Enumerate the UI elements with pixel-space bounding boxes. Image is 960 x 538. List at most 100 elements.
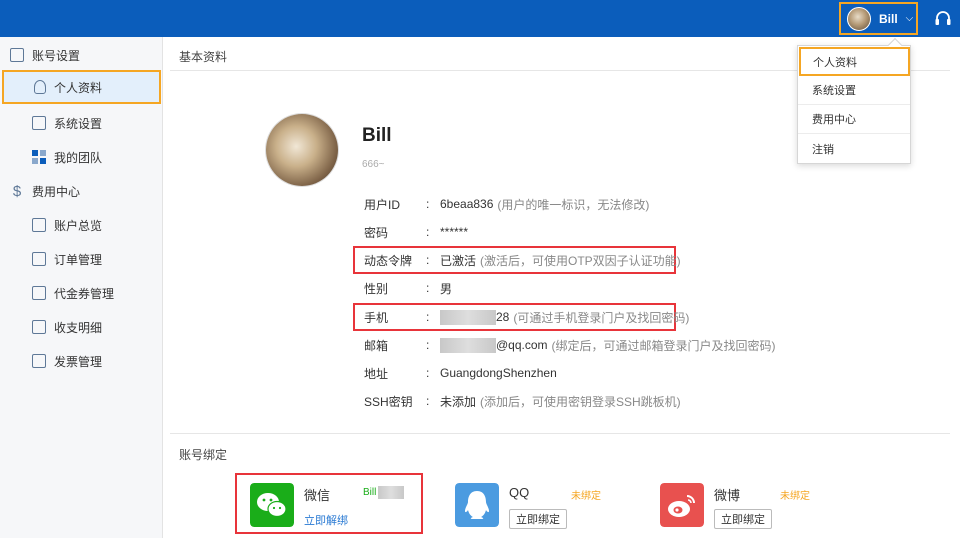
- field-hint: (用户的唯一标识，无法修改): [497, 197, 650, 212]
- voucher-icon: [32, 286, 46, 300]
- field-value: 未添加: [440, 394, 477, 409]
- field-label: 性别: [364, 281, 389, 296]
- menu-item-system-settings[interactable]: 系统设置: [798, 76, 910, 105]
- sidebar-item-profile[interactable]: 个人资料: [2, 70, 161, 104]
- binding-name: 微博: [714, 488, 741, 503]
- section-title-basic-info: 基本资料: [179, 50, 228, 64]
- field-label: 动态令牌: [364, 253, 413, 268]
- field-value: 已激活: [440, 253, 477, 268]
- binding-status: 未绑定: [780, 491, 810, 502]
- sidebar-group-billing[interactable]: $ 费用中心: [0, 176, 163, 206]
- masked-phone: [440, 309, 496, 325]
- binding-status: Bill: [363, 487, 377, 498]
- sidebar-item-invoices[interactable]: 发票管理: [0, 344, 163, 378]
- binding-card-weibo: 微博 未绑定 立即绑定: [660, 474, 830, 534]
- sidebar-item-my-team[interactable]: 我的团队: [0, 140, 163, 174]
- receipt-icon: [32, 320, 46, 334]
- menu-item-logout[interactable]: 注销: [798, 134, 910, 163]
- sidebar: 账号设置 个人资料 系统设置 我的团队 $ 费用中心 账户总览 订单管理 代金券…: [0, 37, 163, 538]
- field-hint: (添加后，可使用密钥登录SSH跳板机): [480, 394, 681, 409]
- field-value: 28: [496, 310, 510, 324]
- bind-qq-button[interactable]: 立即绑定: [509, 509, 567, 529]
- chevron-down-icon: ⌵: [905, 13, 914, 24]
- field-hint: (激活后，可使用OTP双因子认证功能): [480, 253, 681, 268]
- sidebar-item-label: 系统设置: [54, 116, 103, 131]
- sidebar-item-vouchers[interactable]: 代金券管理: [0, 276, 163, 310]
- field-label: 密码: [364, 225, 389, 240]
- field-address: 地址 : GuangdongShenzhen: [364, 364, 557, 382]
- sidebar-item-label: 我的团队: [54, 150, 103, 165]
- field-colon: :: [426, 197, 430, 211]
- unbind-wechat-link[interactable]: 立即解绑: [304, 512, 348, 528]
- binding-card-qq: QQ 未绑定 立即绑定: [455, 474, 625, 534]
- sidebar-item-label: 发票管理: [54, 354, 103, 369]
- binding-name: 微信: [304, 488, 331, 503]
- team-grid-icon: [32, 150, 46, 164]
- clipboard-icon: [32, 252, 46, 266]
- sidebar-group-account[interactable]: 账号设置: [0, 40, 163, 70]
- top-bar: Bill ⌵: [0, 0, 960, 37]
- sidebar-item-orders[interactable]: 订单管理: [0, 242, 163, 276]
- field-colon: :: [426, 253, 430, 267]
- masked-email: [440, 337, 496, 353]
- sidebar-group-label: 账号设置: [32, 48, 81, 63]
- headset-icon[interactable]: [934, 10, 952, 27]
- bind-weibo-button[interactable]: 立即绑定: [714, 509, 772, 529]
- field-value: 6beaa836: [440, 197, 494, 211]
- invoice-icon: [32, 354, 46, 368]
- field-user-id: 用户ID : 6beaa836 (用户的唯一标识，无法修改): [364, 195, 649, 213]
- sidebar-item-system-settings[interactable]: 系统设置: [0, 106, 163, 140]
- weibo-icon: [660, 483, 704, 527]
- field-hint: (可通过手机登录门户及找回密码): [513, 310, 690, 325]
- field-phone: 手机 : 28 (可通过手机登录门户及找回密码): [364, 308, 689, 326]
- field-value: ******: [440, 225, 469, 239]
- field-gender: 性别 : 男: [364, 279, 452, 297]
- field-ssh-key: SSH密钥 : 未添加 (添加后，可使用密钥登录SSH跳板机): [364, 392, 681, 410]
- field-password: 密码 : ******: [364, 223, 468, 241]
- divider: [170, 433, 950, 434]
- field-value: GuangdongShenzhen: [440, 366, 557, 380]
- field-value: @qq.com: [496, 338, 548, 352]
- field-label: 手机: [364, 310, 389, 325]
- user-icon: [34, 80, 46, 94]
- binding-card-wechat: 微信 Bill 立即解绑: [250, 474, 420, 534]
- field-colon: :: [426, 225, 430, 239]
- user-menu-trigger[interactable]: Bill ⌵: [839, 2, 918, 35]
- profile-name: Bill: [362, 125, 392, 146]
- menu-item-profile[interactable]: 个人资料: [799, 47, 910, 76]
- field-label: SSH密钥: [364, 394, 413, 409]
- menu-item-billing[interactable]: 费用中心: [798, 105, 910, 134]
- field-colon: :: [426, 338, 430, 352]
- sidebar-item-label: 订单管理: [54, 252, 103, 267]
- sidebar-item-transactions[interactable]: 收支明细: [0, 310, 163, 344]
- section-title-account-binding: 账号绑定: [179, 448, 228, 462]
- field-colon: :: [426, 310, 430, 324]
- field-label: 地址: [364, 366, 389, 381]
- user-name: Bill: [879, 11, 898, 26]
- sidebar-item-label: 个人资料: [54, 80, 103, 95]
- field-colon: :: [426, 366, 430, 380]
- field-otp: 动态令牌 : 已激活 (激活后，可使用OTP双因子认证功能): [364, 251, 681, 269]
- profile-subtitle: 666~: [362, 159, 385, 170]
- field-email: 邮箱 : @qq.com (绑定后，可通过邮箱登录门户及找回密码): [364, 336, 776, 354]
- field-colon: :: [426, 281, 430, 295]
- profile-avatar[interactable]: [266, 114, 338, 186]
- field-value: 男: [440, 281, 453, 296]
- id-card-icon: [10, 48, 24, 62]
- masked-wechat-name: [378, 486, 404, 499]
- avatar: [847, 6, 871, 31]
- field-colon: :: [426, 394, 430, 408]
- sidebar-item-label: 账户总览: [54, 218, 103, 233]
- wechat-icon: [250, 483, 294, 527]
- binding-status: 未绑定: [571, 491, 601, 502]
- sidebar-group-label: 费用中心: [32, 184, 81, 199]
- sidebar-item-label: 收支明细: [54, 320, 103, 335]
- monitor-gear-icon: [32, 116, 46, 130]
- field-label: 用户ID: [364, 197, 401, 212]
- qq-icon: [455, 483, 499, 527]
- dollar-icon: $: [12, 182, 22, 200]
- sidebar-item-account-overview[interactable]: 账户总览: [0, 208, 163, 242]
- binding-name: QQ: [509, 485, 530, 500]
- field-label: 邮箱: [364, 338, 389, 353]
- sidebar-item-label: 代金券管理: [54, 286, 115, 301]
